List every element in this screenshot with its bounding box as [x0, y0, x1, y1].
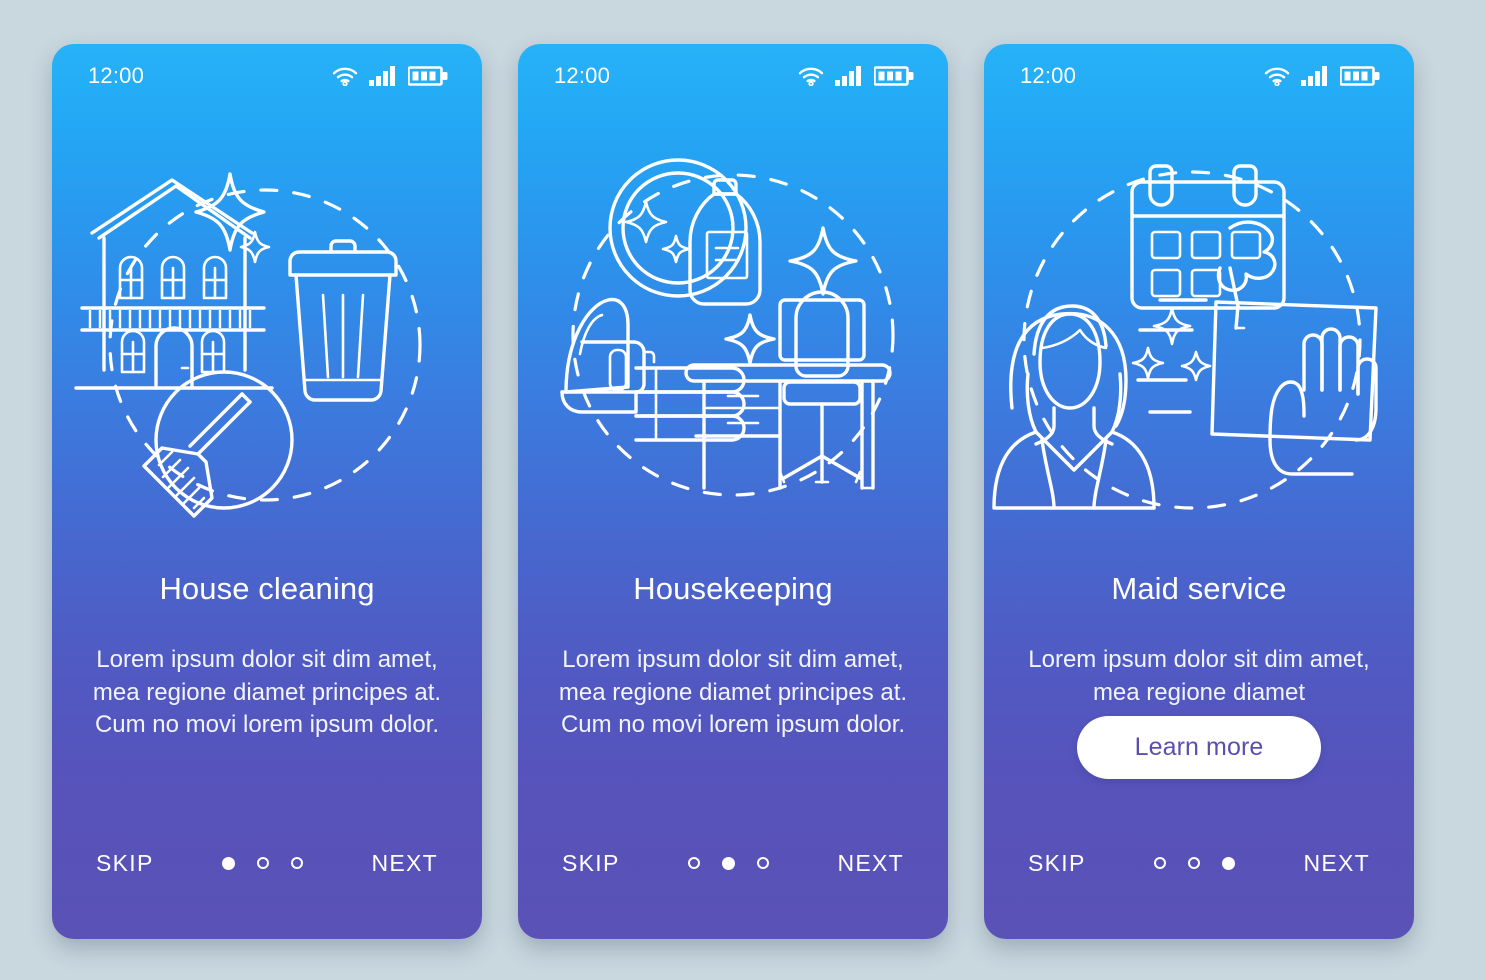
status-clock: 12:00 — [1020, 63, 1077, 88]
next-button[interactable]: NEXT — [371, 850, 438, 877]
page-title: House cleaning — [159, 571, 375, 606]
status-icons — [1264, 66, 1380, 86]
onboarding-footer: SKIP NEXT — [52, 845, 482, 881]
page-description: Lorem ipsum dolor sit dim amet, mea regi… — [558, 646, 908, 739]
onboarding-screens-stage: 12:00 House cleaning Lorem ipsum dolor s… — [0, 0, 1485, 980]
page-title: Housekeeping — [633, 571, 833, 606]
battery-icon — [1340, 66, 1380, 86]
battery-icon — [408, 66, 448, 86]
page-description: Lorem ipsum dolor sit dim amet, mea regi… — [92, 646, 442, 739]
pagination-dot-2[interactable] — [257, 857, 270, 869]
wifi-icon — [1264, 66, 1290, 86]
pagination-dot-1[interactable] — [222, 856, 236, 870]
wifi-icon — [798, 66, 824, 86]
pagination-dots — [620, 856, 838, 870]
status-bar: 12:00 — [984, 44, 1414, 108]
page-description: Lorem ipsum dolor sit dim amet, mea regi… — [1028, 646, 1370, 706]
status-clock: 12:00 — [554, 63, 611, 88]
skip-button[interactable]: SKIP — [562, 850, 620, 877]
pagination-dot-3[interactable] — [291, 857, 304, 869]
status-icons — [332, 66, 448, 86]
cta-container: Learn more — [984, 716, 1414, 779]
phone-screen-row: 12:00 House cleaning Lorem ipsum dolor s… — [52, 44, 1414, 939]
pagination-dot-2[interactable] — [1188, 857, 1201, 869]
pagination-dot-1[interactable] — [1154, 857, 1167, 869]
pagination-dots — [154, 856, 372, 870]
wifi-icon — [332, 66, 358, 86]
battery-icon — [874, 66, 914, 86]
onboarding-footer: SKIP NEXT — [984, 845, 1414, 881]
pagination-dot-1[interactable] — [688, 857, 701, 869]
maid-service-illustration — [984, 140, 1414, 540]
status-bar: 12:00 — [518, 44, 948, 108]
phone-screen-maid-service: 12:00 Maid service Lorem ipsum dolor sit… — [984, 44, 1414, 939]
status-icons — [798, 66, 914, 86]
phone-screen-housekeeping: 12:00 Housekeeping Lorem ipsum dolor sit… — [518, 44, 948, 939]
onboarding-footer: SKIP NEXT — [518, 845, 948, 881]
pagination-dot-2[interactable] — [722, 856, 736, 870]
phone-screen-house-cleaning: 12:00 House cleaning Lorem ipsum dolor s… — [52, 44, 482, 939]
pagination-dots — [1086, 856, 1304, 870]
page-title: Maid service — [1111, 571, 1287, 606]
status-bar: 12:00 — [52, 44, 482, 108]
status-clock: 12:00 — [88, 63, 145, 88]
housekeeping-illustration — [518, 140, 948, 540]
signal-bars-icon — [835, 66, 863, 86]
house-cleaning-illustration — [52, 140, 482, 540]
signal-bars-icon — [369, 66, 397, 86]
skip-button[interactable]: SKIP — [1028, 850, 1086, 877]
pagination-dot-3[interactable] — [1222, 856, 1236, 870]
next-button[interactable]: NEXT — [837, 850, 904, 877]
skip-button[interactable]: SKIP — [96, 850, 154, 877]
next-button[interactable]: NEXT — [1303, 850, 1370, 877]
pagination-dot-3[interactable] — [757, 857, 770, 869]
signal-bars-icon — [1301, 66, 1329, 86]
learn-more-button[interactable]: Learn more — [1076, 716, 1322, 779]
